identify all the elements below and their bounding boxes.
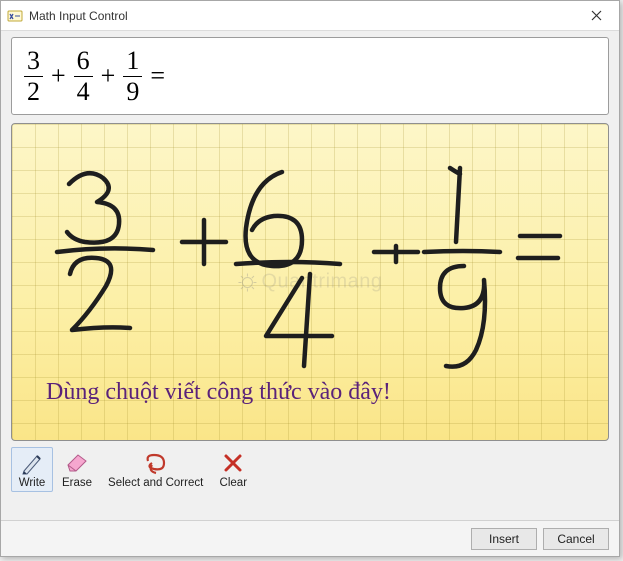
equals-operator: =: [150, 61, 165, 91]
select-correct-label: Select and Correct: [108, 477, 203, 489]
clear-label: Clear: [220, 477, 247, 489]
lasso-icon: [142, 450, 170, 476]
plus-operator: +: [51, 61, 66, 91]
close-button[interactable]: [574, 1, 619, 31]
erase-tool[interactable]: Erase: [55, 447, 99, 492]
footer: Insert Cancel: [1, 520, 619, 556]
pen-icon: [18, 450, 46, 476]
plus-operator: +: [101, 61, 116, 91]
ink-canvas[interactable]: Quantrimang: [11, 123, 609, 441]
titlebar[interactable]: Math Input Control: [1, 1, 619, 31]
fraction-2: 6 4: [74, 48, 93, 105]
content-area: 3 2 + 6 4 + 1 9 =: [1, 31, 619, 520]
toolbar: Write Erase Select and C: [11, 447, 609, 492]
cancel-button[interactable]: Cancel: [543, 528, 609, 550]
write-label: Write: [19, 477, 46, 489]
erase-label: Erase: [62, 477, 92, 489]
insert-button[interactable]: Insert: [471, 528, 537, 550]
window-title: Math Input Control: [29, 9, 574, 23]
fraction-1: 3 2: [24, 48, 43, 105]
app-icon: [7, 8, 23, 24]
ink-caption: Dùng chuột viết công thức vào đây!: [46, 379, 391, 406]
fraction-3: 1 9: [123, 48, 142, 105]
clear-icon: [219, 450, 247, 476]
write-tool[interactable]: Write: [11, 447, 53, 492]
close-icon: [591, 10, 602, 21]
math-input-window: Math Input Control 3 2 + 6 4 + 1 9 =: [0, 0, 620, 557]
select-correct-tool[interactable]: Select and Correct: [101, 447, 210, 492]
eraser-icon: [63, 450, 91, 476]
clear-tool[interactable]: Clear: [212, 447, 254, 492]
math-output: 3 2 + 6 4 + 1 9 =: [11, 37, 609, 115]
